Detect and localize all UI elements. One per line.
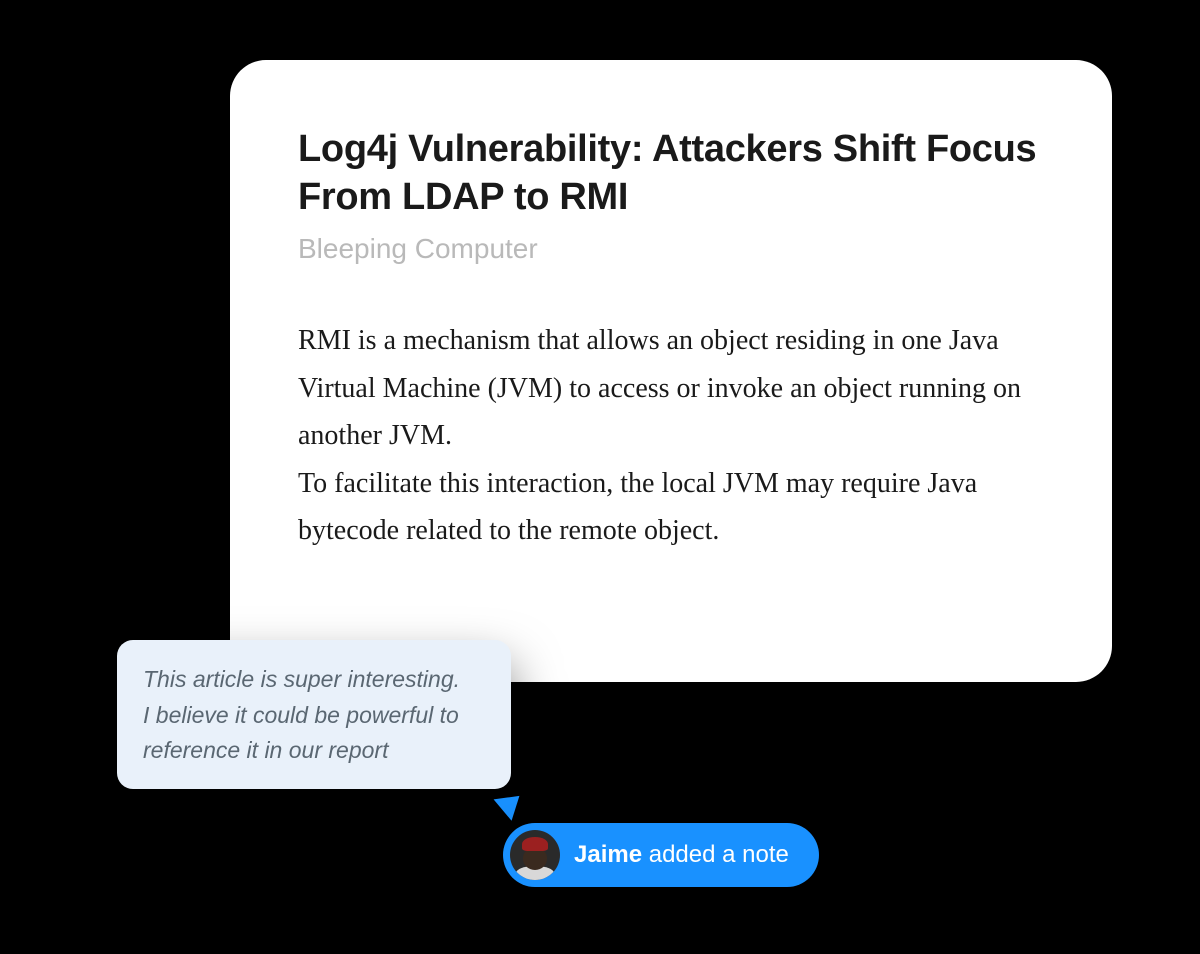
avatar xyxy=(510,830,560,880)
article-title: Log4j Vulnerability: Attackers Shift Foc… xyxy=(298,126,1044,221)
notification-text: Jaime added a note xyxy=(574,841,789,869)
notification-action: added a note xyxy=(642,841,789,868)
article-body: RMI is a mechanism that allows an object… xyxy=(298,317,1044,555)
note-card[interactable]: This article is super interesting. I bel… xyxy=(117,640,511,789)
cursor-pointer-icon xyxy=(494,785,529,821)
notification-pill[interactable]: Jaime added a note xyxy=(503,823,819,887)
notification-user: Jaime xyxy=(574,841,642,868)
article-source: Bleeping Computer xyxy=(298,233,1044,265)
note-text: This article is super interesting. I bel… xyxy=(143,662,485,769)
article-card: Log4j Vulnerability: Attackers Shift Foc… xyxy=(230,60,1112,682)
